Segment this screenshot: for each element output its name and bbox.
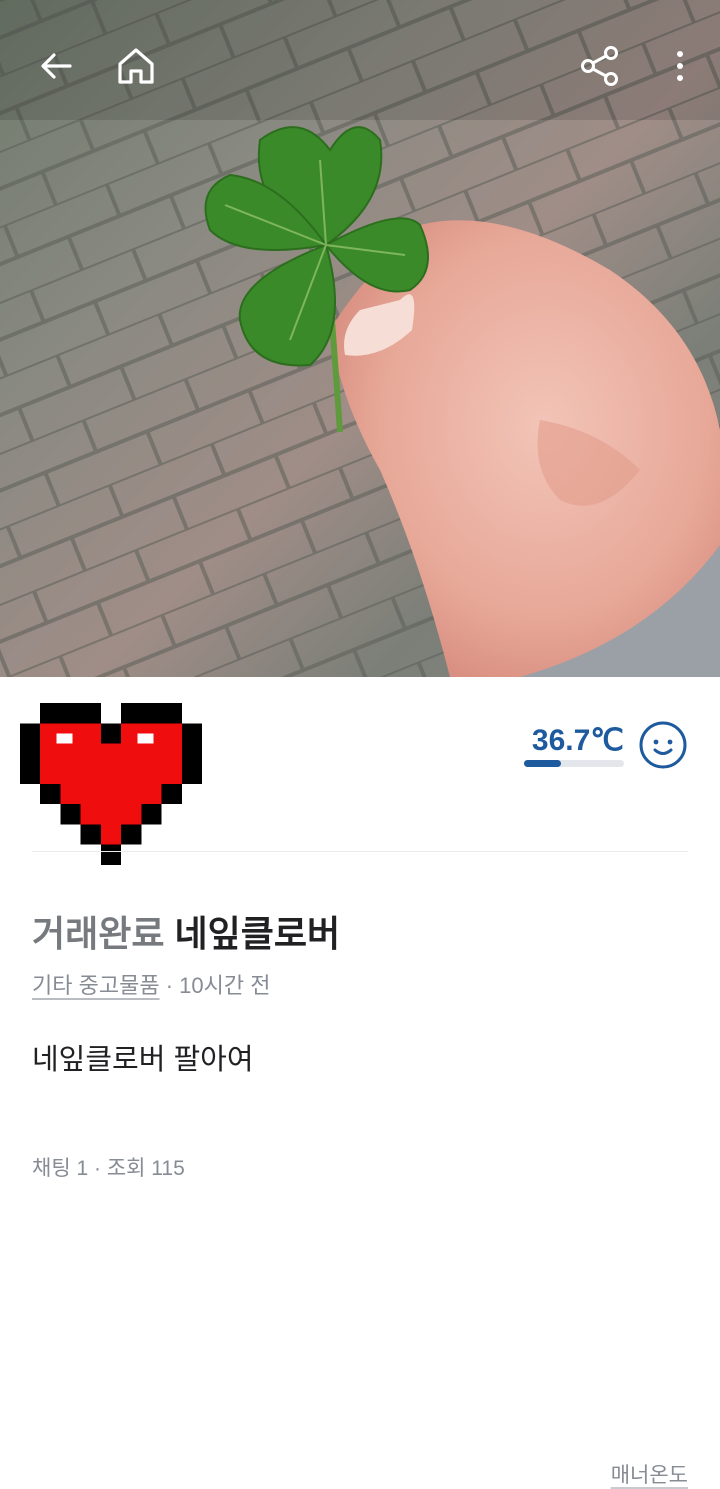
manner-temperature-bar [524,760,624,767]
post-title: 거래완료 네잎클로버 [32,905,340,957]
home-button[interactable] [112,42,160,90]
manner-temperature-bar-fill [524,760,561,767]
divider [32,851,688,852]
product-image[interactable] [0,0,720,677]
trade-status-badge: 거래완료 [32,913,165,954]
more-options-button[interactable] [656,42,704,90]
manner-temperature: 36.7℃ [531,724,624,757]
category-link[interactable]: 기타 중고물품 [32,973,160,998]
share-button[interactable] [576,42,624,90]
smiling-face-icon [639,721,687,769]
post-stats: 채팅 1 · 조회 115 [32,1157,185,1180]
pixel-heart-avatar[interactable] [20,703,202,865]
post-time: · 10시간 전 [165,973,271,998]
post-meta: 기타 중고물품 · 10시간 전 [32,968,270,1000]
post-title-text: 네잎클로버 [174,913,341,954]
post-description: 네잎클로버 팔아여 [32,1044,254,1076]
back-button[interactable] [32,42,80,90]
product-photo [0,0,720,677]
more-vertical-icon [677,51,683,81]
home-icon [118,48,154,84]
manner-temperature-label[interactable]: 매너온도 [611,1459,688,1489]
arrow-left-icon [41,53,72,79]
share-icon [581,46,618,86]
